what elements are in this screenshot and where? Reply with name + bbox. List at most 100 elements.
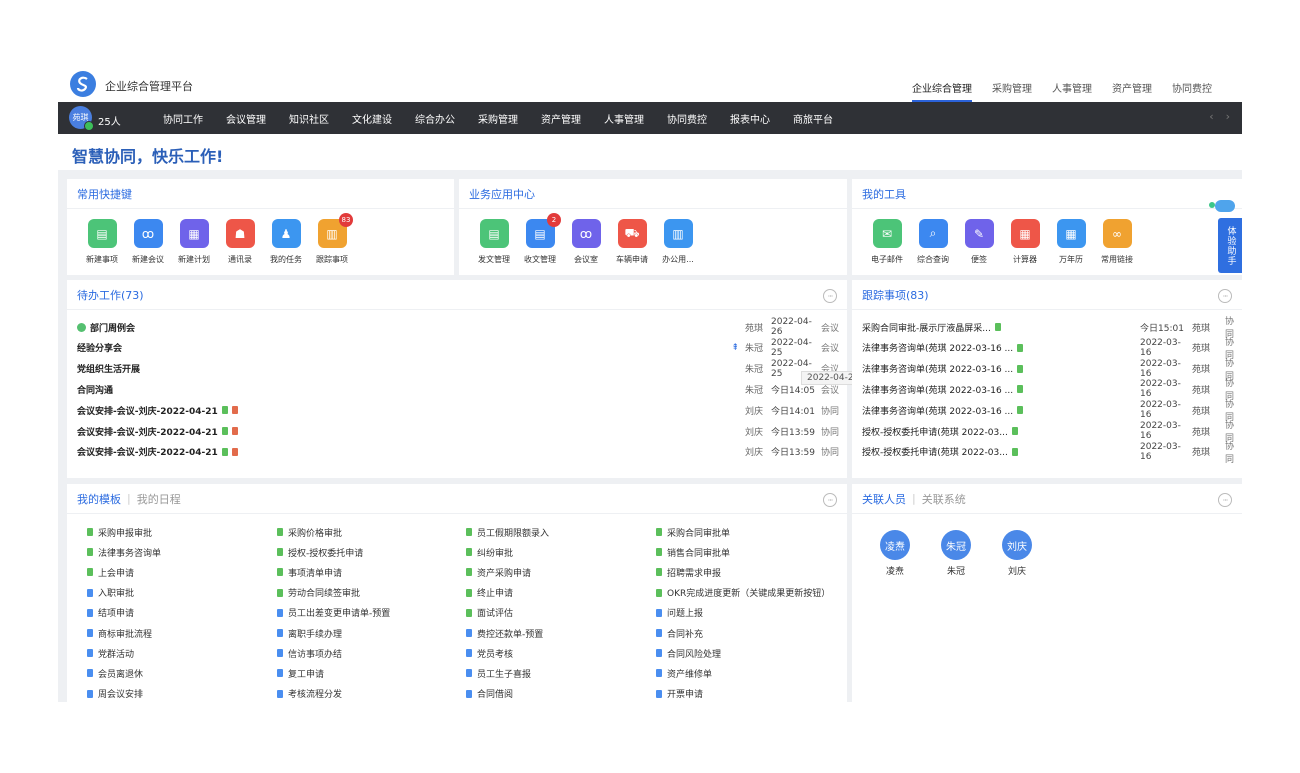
template-item[interactable]: 采购申报审批 (87, 522, 277, 542)
template-item[interactable]: 费控还款单-预置 (466, 623, 656, 643)
todo-row[interactable]: 经验分享会 ⇞ 朱冠 2022-04-25 会议 (77, 338, 839, 358)
template-item[interactable]: 员工出差变更申请单-预置 (277, 603, 466, 623)
shortcut-tools-2[interactable]: ✎ 便签 (956, 219, 1002, 265)
tab-my-templates[interactable]: 我的模板 (77, 491, 121, 507)
card-title[interactable]: 待办工作(73) (67, 280, 847, 310)
shortcut-shortcuts-2[interactable]: ▦ 新建计划 (171, 219, 217, 265)
tab-related-system[interactable]: 关联系统 (922, 491, 966, 507)
shortcut-biz-4[interactable]: ▥ 办公用... (655, 219, 701, 265)
shortcut-tools-5[interactable]: ∞ 常用链接 (1094, 219, 1140, 265)
related-person[interactable]: 朱冠 朱冠 (941, 530, 971, 577)
shortcut-tools-3[interactable]: ▦ 计算器 (1002, 219, 1048, 265)
nav-item-7[interactable]: 人事管理 (604, 111, 667, 126)
template-item[interactable]: 党群活动 (87, 643, 277, 663)
top-tab-hr[interactable]: 人事管理 (1052, 80, 1092, 102)
top-tab-expense[interactable]: 协同费控 (1172, 80, 1212, 102)
app-logo-icon[interactable] (70, 71, 96, 97)
tab-related-people[interactable]: 关联人员 (862, 491, 906, 507)
shortcut-tools-0[interactable]: ✉ 电子邮件 (864, 219, 910, 265)
template-item[interactable]: 资产采购申请 (466, 562, 656, 582)
template-item[interactable]: 员工假期限额录入 (466, 522, 656, 542)
todo-row[interactable]: 合同沟通 朱冠 今日14:05 会议 (77, 379, 839, 399)
track-row[interactable]: 采购合同审批-展示厅液晶屏采... 今日15:01 苑琪 协同 (862, 317, 1234, 340)
todo-row[interactable]: 会议安排-会议-刘庆-2022-04-21 刘庆 今日13:59 协同 (77, 421, 839, 441)
track-row[interactable]: 授权-授权委托申请(苑琪 2022-03... 2022-03-16 苑琪 协同 (862, 421, 1234, 444)
template-item[interactable]: 纠纷审批 (466, 542, 656, 562)
template-item[interactable]: 法律事务咨询单 (87, 542, 277, 562)
related-person[interactable]: 刘庆 刘庆 (1002, 530, 1032, 577)
nav-item-2[interactable]: 知识社区 (289, 111, 352, 126)
shortcut-shortcuts-4[interactable]: ♟ 我的任务 (263, 219, 309, 265)
card-title[interactable]: 跟踪事项(83) (852, 280, 1242, 310)
nav-item-1[interactable]: 会议管理 (226, 111, 289, 126)
template-item[interactable]: 授权-授权委托申请 (277, 542, 466, 562)
template-item[interactable]: 商标审批流程 (87, 623, 277, 643)
shortcut-shortcuts-0[interactable]: ▤ 新建事项 (79, 219, 125, 265)
template-item[interactable]: 考核流程分发 (277, 684, 466, 703)
template-item[interactable]: 面试评估 (466, 603, 656, 623)
shortcut-tools-1[interactable]: ⌕ 综合查询 (910, 219, 956, 265)
track-row[interactable]: 法律事务咨询单(苑琪 2022-03-16 ... 2022-03-16 苑琪 协同 (862, 379, 1234, 402)
more-icon[interactable]: ··· (823, 493, 837, 507)
template-item[interactable]: 问题上报 (656, 603, 847, 623)
nav-item-4[interactable]: 综合办公 (415, 111, 478, 126)
top-tab-purchase[interactable]: 采购管理 (992, 80, 1032, 102)
template-item[interactable]: 结项申请 (87, 603, 277, 623)
shortcut-biz-0[interactable]: ▤ 发文管理 (471, 219, 517, 265)
nav-item-0[interactable]: 协同工作 (163, 111, 226, 126)
more-icon[interactable]: ··· (823, 289, 837, 303)
nav-item-10[interactable]: 商旅平台 (793, 111, 856, 126)
chevron-left-icon[interactable]: ‹ (1209, 110, 1213, 123)
template-item[interactable]: 党员考核 (466, 643, 656, 663)
nav-item-5[interactable]: 采购管理 (478, 111, 541, 126)
template-item[interactable]: OKR完成进度更新（关键成果更新按钮） (656, 583, 847, 603)
top-tab-asset[interactable]: 资产管理 (1112, 80, 1152, 102)
template-item[interactable]: 采购价格审批 (277, 522, 466, 542)
template-item[interactable]: 采购合同审批单 (656, 522, 847, 542)
more-icon[interactable]: ··· (1218, 493, 1232, 507)
template-item[interactable]: 开票申请 (656, 684, 847, 703)
shortcut-shortcuts-5[interactable]: ▥ 83 跟踪事项 (309, 213, 355, 265)
track-row[interactable]: 法律事务咨询单(苑琪 2022-03-16 ... 2022-03-16 苑琪 协同 (862, 359, 1234, 382)
template-item[interactable]: 销售合同审批单 (656, 542, 847, 562)
template-item[interactable]: 信访事项办结 (277, 643, 466, 663)
nav-item-9[interactable]: 报表中心 (730, 111, 793, 126)
top-tab-enterprise[interactable]: 企业综合管理 (912, 80, 972, 102)
shortcut-biz-2[interactable]: ꝏ 会议室 (563, 219, 609, 265)
template-item[interactable]: 合同风险处理 (656, 643, 847, 663)
todo-row[interactable]: 党组织生活开展朱冠2022-04-25会议 (77, 359, 839, 379)
template-item[interactable]: 招聘需求申报 (656, 562, 847, 582)
chevron-right-icon[interactable]: › (1226, 110, 1230, 123)
pin-top-icon[interactable]: ⇞ (731, 343, 739, 353)
template-item[interactable]: 事项清单申请 (277, 562, 466, 582)
shortcut-biz-1[interactable]: ▤ 2 收文管理 (517, 213, 563, 265)
todo-row[interactable]: 部门周例会 苑琪 2022-04-26 会议 (77, 317, 839, 337)
user-avatar[interactable]: 苑琪 (69, 106, 94, 131)
template-item[interactable]: 周会议安排 (87, 684, 277, 703)
track-row[interactable]: 法律事务咨询单(苑琪 2022-03-16 ... 2022-03-16 苑琪 协同 (862, 400, 1234, 423)
nav-item-6[interactable]: 资产管理 (541, 111, 604, 126)
tab-my-schedule[interactable]: 我的日程 (137, 491, 181, 507)
todo-row[interactable]: 会议安排-会议-刘庆-2022-04-21 刘庆 今日14:01 协同 (77, 400, 839, 420)
todo-row[interactable]: 会议安排-会议-刘庆-2022-04-21 刘庆 今日13:59 协同 (77, 442, 839, 462)
track-row[interactable]: 法律事务咨询单(苑琪 2022-03-16 ... 2022-03-16 苑琪 协同 (862, 338, 1234, 361)
template-item[interactable]: 上会申请 (87, 562, 277, 582)
template-item[interactable]: 合同补充 (656, 623, 847, 643)
template-item[interactable]: 复工申请 (277, 663, 466, 683)
track-row[interactable]: 授权-授权委托申请(苑琪 2022-03... 2022-03-16 苑琪 协同 (862, 442, 1234, 465)
template-item[interactable]: 会员离退休 (87, 663, 277, 683)
template-item[interactable]: 员工生子喜报 (466, 663, 656, 683)
template-item[interactable]: 劳动合同续签审批 (277, 583, 466, 603)
template-item[interactable]: 离职手续办理 (277, 623, 466, 643)
template-item[interactable]: 终止申请 (466, 583, 656, 603)
template-item[interactable]: 资产维修单 (656, 663, 847, 683)
shortcut-shortcuts-3[interactable]: ☗ 通讯录 (217, 219, 263, 265)
shortcut-biz-3[interactable]: ⛟ 车辆申请 (609, 219, 655, 265)
template-item[interactable]: 入职审批 (87, 583, 277, 603)
shortcut-tools-4[interactable]: ▦ 万年历 (1048, 219, 1094, 265)
related-person[interactable]: 凌焘 凌焘 (880, 530, 910, 577)
nav-item-3[interactable]: 文化建设 (352, 111, 415, 126)
template-item[interactable]: 合同借阅 (466, 684, 656, 703)
nav-item-8[interactable]: 协同费控 (667, 111, 730, 126)
more-icon[interactable]: ··· (1218, 289, 1232, 303)
